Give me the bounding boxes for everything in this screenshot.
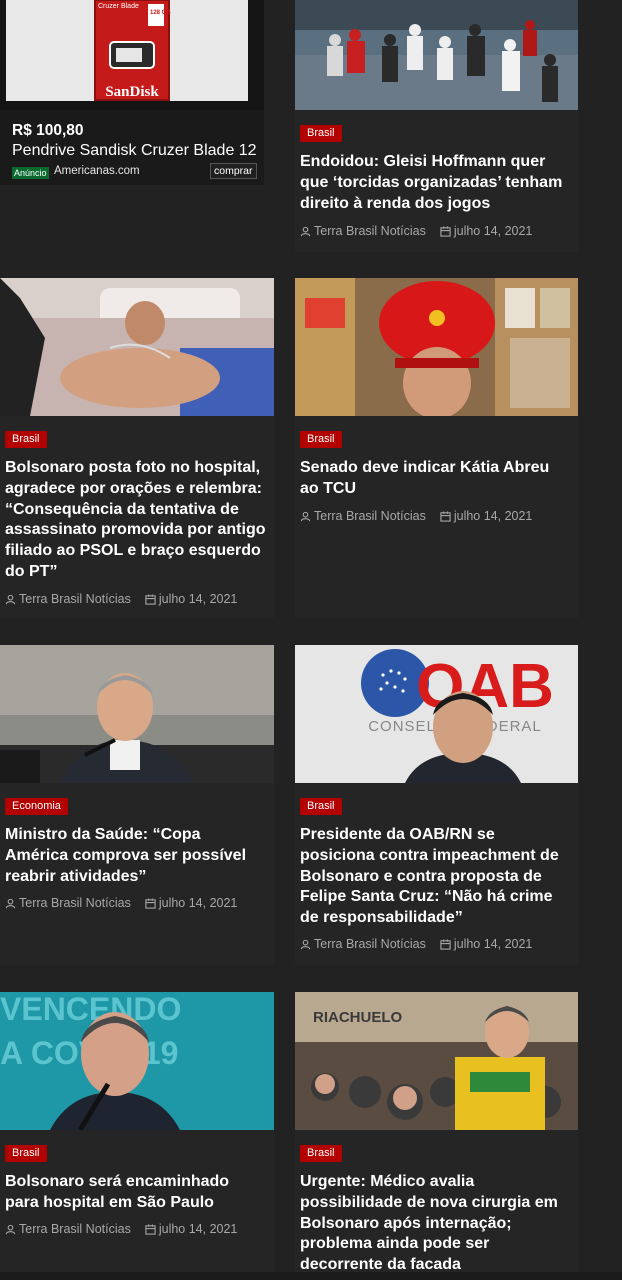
article-thumbnail[interactable]: OAB CONSELHO FEDERAL xyxy=(295,645,578,783)
article-meta: Terra Brasil Notícias julho 14, 2021 xyxy=(300,937,532,951)
article-card[interactable]: VENCENDO A COVID-19 Brasil Bolsonaro ser… xyxy=(0,992,274,1272)
category-badge[interactable]: Brasil xyxy=(300,431,342,448)
article-title[interactable]: Bolsonaro será encaminhado para hospital… xyxy=(5,1172,266,1214)
article-title[interactable]: Endoidou: Gleisi Hoffmann quer que ‘torc… xyxy=(300,152,570,214)
user-icon xyxy=(5,594,16,604)
article-meta: Terra Brasil Notícias julho 14, 2021 xyxy=(300,509,532,523)
article-meta: Terra Brasil Notícias julho 14, 2021 xyxy=(5,896,237,910)
article-author[interactable]: Terra Brasil Notícias xyxy=(314,224,426,238)
article-date[interactable]: julho 14, 2021 xyxy=(159,592,238,606)
article-meta: Terra Brasil Notícias julho 14, 2021 xyxy=(300,224,532,238)
ad-badge: Anúncio xyxy=(12,167,49,179)
article-date[interactable]: julho 14, 2021 xyxy=(454,224,533,238)
user-icon xyxy=(5,1224,16,1234)
article-author[interactable]: Terra Brasil Notícias xyxy=(314,937,426,951)
article-date[interactable]: julho 14, 2021 xyxy=(159,896,238,910)
category-badge[interactable]: Brasil xyxy=(300,125,342,142)
category-badge[interactable]: Brasil xyxy=(5,1145,47,1162)
calendar-icon xyxy=(145,897,156,909)
calendar-icon xyxy=(145,1223,156,1235)
sponsored-ad[interactable]: Cruzer Blade 128 GB SanDisk R$ 100,80 Pe… xyxy=(0,0,264,185)
article-thumbnail[interactable] xyxy=(295,0,578,110)
category-badge[interactable]: Brasil xyxy=(5,431,47,448)
calendar-icon xyxy=(440,938,451,950)
article-thumbnail[interactable] xyxy=(0,645,274,783)
article-meta: Terra Brasil Notícias julho 14, 2021 xyxy=(5,592,237,606)
store-sign-text: RIACHUELO xyxy=(313,1009,402,1026)
ad-brand-logo: SanDisk xyxy=(105,84,159,100)
article-date[interactable]: julho 14, 2021 xyxy=(454,509,533,523)
article-card[interactable]: Economia Ministro da Saúde: “Copa Améric… xyxy=(0,645,274,965)
article-title[interactable]: Bolsonaro posta foto no hospital, agrade… xyxy=(5,458,266,583)
calendar-icon xyxy=(145,593,156,605)
article-title[interactable]: Presidente da OAB/RN se posiciona contra… xyxy=(300,825,570,929)
ad-package-text: Cruzer Blade xyxy=(98,3,139,10)
user-icon xyxy=(300,511,311,521)
category-badge[interactable]: Brasil xyxy=(300,798,342,815)
ad-seller[interactable]: Americanas.com xyxy=(54,165,140,177)
calendar-icon xyxy=(440,225,451,237)
ad-capacity-text: 128 GB xyxy=(150,10,171,16)
article-title[interactable]: Ministro da Saúde: “Copa América comprov… xyxy=(5,825,266,887)
article-author[interactable]: Terra Brasil Notícias xyxy=(19,592,131,606)
ad-price: R$ 100,80 xyxy=(12,122,84,139)
user-icon xyxy=(300,226,311,236)
article-thumbnail[interactable] xyxy=(295,278,578,416)
article-card[interactable]: Brasil Senado deve indicar Kátia Abreu a… xyxy=(295,278,578,618)
article-meta: Terra Brasil Notícias julho 14, 2021 xyxy=(5,1222,237,1236)
article-thumbnail[interactable]: RIACHUELO xyxy=(295,992,578,1130)
article-thumbnail[interactable] xyxy=(0,278,274,416)
category-badge[interactable]: Economia xyxy=(5,798,68,815)
bottom-ad-strip xyxy=(0,1272,622,1280)
article-thumbnail[interactable]: VENCENDO A COVID-19 xyxy=(0,992,274,1130)
article-title[interactable]: Senado deve indicar Kátia Abreu ao TCU xyxy=(300,458,570,500)
banner-text-1: VENCENDO xyxy=(0,992,181,1027)
article-card[interactable]: Brasil Bolsonaro posta foto no hospital,… xyxy=(0,278,274,618)
ad-product-name[interactable]: Pendrive Sandisk Cruzer Blade 12 xyxy=(12,142,264,160)
calendar-icon xyxy=(440,510,451,522)
article-date[interactable]: julho 14, 2021 xyxy=(159,1222,238,1236)
article-card[interactable]: RIACHUELO Brasil Urgente: Médico avalia … xyxy=(295,992,578,1273)
user-icon xyxy=(300,939,311,949)
article-card[interactable]: Brasil Endoidou: Gleisi Hoffmann quer qu… xyxy=(295,0,578,252)
ad-buy-button[interactable]: comprar xyxy=(210,163,257,179)
article-date[interactable]: julho 14, 2021 xyxy=(454,937,533,951)
article-author[interactable]: Terra Brasil Notícias xyxy=(19,1222,131,1236)
ad-product-image[interactable]: Cruzer Blade 128 GB SanDisk xyxy=(0,0,264,110)
category-badge[interactable]: Brasil xyxy=(300,1145,342,1162)
article-author[interactable]: Terra Brasil Notícias xyxy=(19,896,131,910)
article-card[interactable]: OAB CONSELHO FEDERAL Brasil Presidente d… xyxy=(295,645,578,965)
article-author[interactable]: Terra Brasil Notícias xyxy=(314,509,426,523)
article-title[interactable]: Urgente: Médico avalia possibilidade de … xyxy=(300,1172,570,1276)
user-icon xyxy=(5,898,16,908)
